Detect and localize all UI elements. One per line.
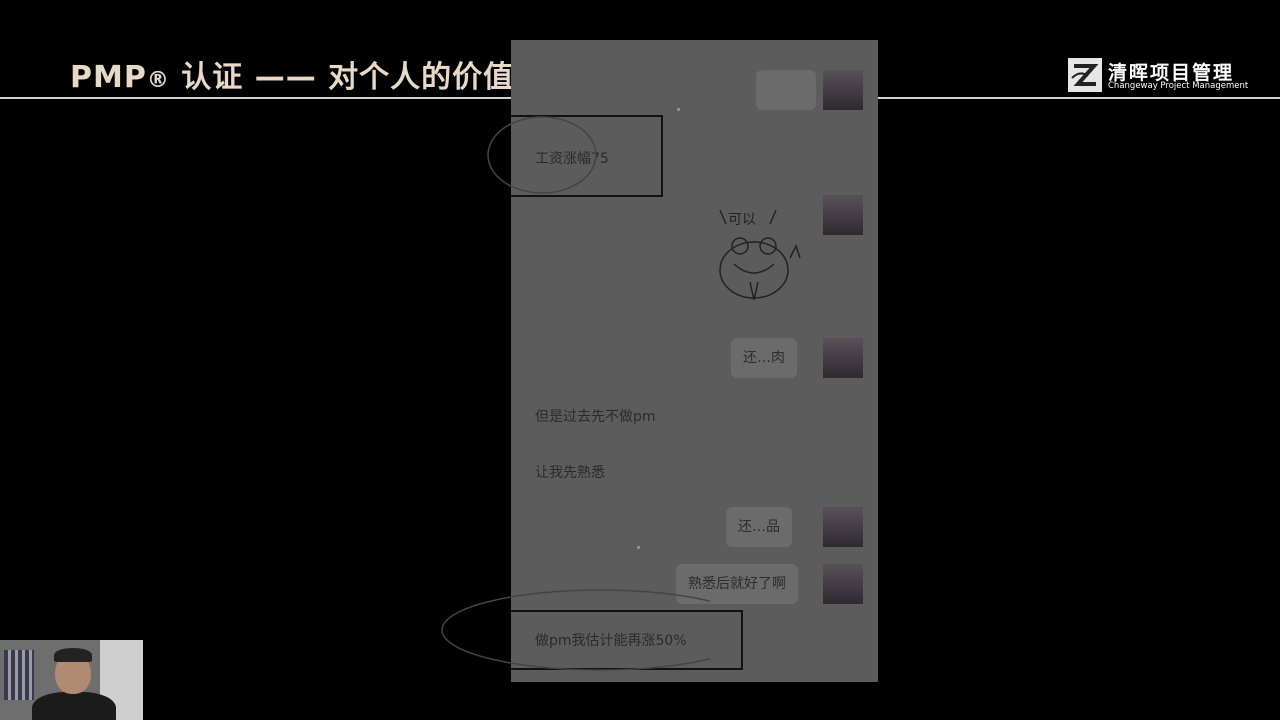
presenter-body [32, 692, 116, 720]
sticker-caption: 可以 [728, 212, 756, 228]
avatar [823, 564, 863, 604]
chat-bubble-reply: 还…肉 [731, 338, 797, 378]
slide-title: PMP® 认证 —— 对个人的价值 [70, 52, 514, 96]
avatar [823, 338, 863, 378]
brand-logo: 清晖项目管理 Changeway Project Management [1068, 58, 1248, 94]
avatar [823, 195, 863, 235]
logo-text-en: Changeway Project Management [1108, 81, 1249, 91]
title-pmp: PMP [70, 60, 147, 95]
chat-bubble-reply: 还…品 [726, 507, 792, 547]
title-registered-mark: ® [146, 68, 170, 93]
avatar [823, 70, 863, 110]
chat-bubble-top [756, 70, 816, 110]
annotation-ellipse [441, 589, 710, 671]
annotation-ellipses [441, 116, 710, 671]
title-rest: 认证 —— 对个人的价值 [169, 60, 515, 95]
avatar [823, 507, 863, 547]
frog-sticker: 可以 [706, 200, 816, 310]
logo-icon [1068, 58, 1102, 92]
annotation-ellipse [487, 116, 597, 194]
presenter-hair [54, 648, 92, 662]
bookshelf [4, 650, 34, 700]
presenter-webcam [0, 640, 143, 720]
